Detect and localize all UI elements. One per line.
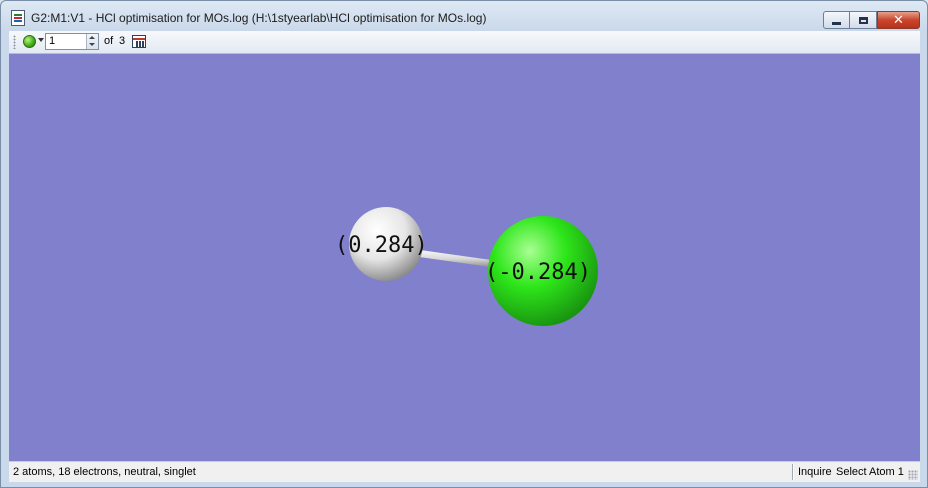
status-bar: 2 atoms, 18 electrons, neutral, singlet … (9, 461, 920, 482)
minimize-icon (832, 21, 841, 25)
frame-number-value: 1 (49, 35, 56, 47)
frame-number-input[interactable]: 1 (45, 33, 99, 50)
atom-selection-status: Select Atom 1 (836, 466, 904, 478)
molecule-viewport[interactable]: (0.284) (-0.284) (9, 54, 920, 461)
maximize-button[interactable] (850, 11, 877, 29)
frame-spin-buttons[interactable] (86, 34, 98, 49)
title-bar[interactable]: G2:M1:V1 - HCl optimisation for MOs.log … (1, 1, 927, 31)
frame-table-icon[interactable] (132, 35, 146, 48)
green-ball-icon[interactable] (23, 35, 36, 48)
molecule-scene[interactable]: (0.284) (-0.284) (9, 54, 920, 461)
dropdown-arrow-icon[interactable] (38, 38, 44, 42)
application-window: G2:M1:V1 - HCl optimisation for MOs.log … (0, 0, 928, 488)
total-frames: 3 (119, 35, 126, 47)
close-button[interactable]: ✕ (877, 11, 920, 29)
molecule-summary: 2 atoms, 18 electrons, neutral, singlet (13, 466, 196, 478)
close-icon: ✕ (893, 12, 904, 28)
chlorine-charge-label: (-0.284) (485, 260, 591, 285)
mouse-mode: Inquire (798, 466, 832, 478)
app-document-icon[interactable] (11, 10, 25, 26)
of-label: of (104, 35, 114, 47)
hydrogen-charge-label: (0.284) (335, 233, 428, 258)
window-title: G2:M1:V1 - HCl optimisation for MOs.log … (31, 11, 487, 25)
resize-grip[interactable] (908, 470, 918, 480)
toolbar-grip[interactable] (13, 35, 16, 49)
minimize-button[interactable] (823, 11, 850, 29)
frame-toolbar: 1 of 3 (9, 31, 920, 54)
maximize-icon (858, 16, 868, 24)
status-divider (792, 464, 794, 480)
